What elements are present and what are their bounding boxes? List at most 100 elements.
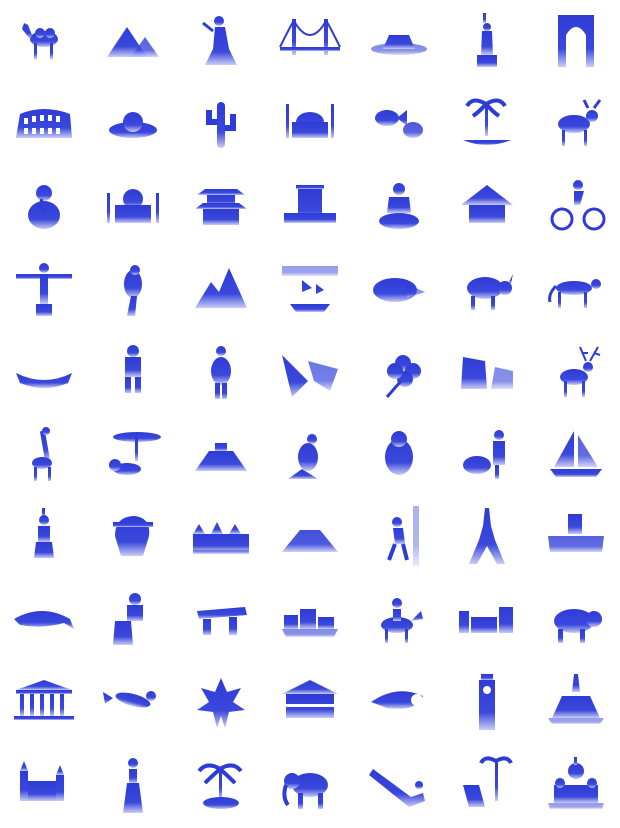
- fjord-icon: [281, 354, 338, 397]
- statue-of-liberty-icon: [477, 13, 498, 68]
- grid-cell: [89, 662, 178, 745]
- grid-cell: [443, 497, 532, 580]
- vineyard-tower-icon: [547, 514, 604, 553]
- castle-ruins-icon: [459, 606, 514, 633]
- hockey-stick-icon: [368, 768, 425, 807]
- grid-cell: [177, 497, 266, 580]
- camel-icon: [22, 23, 59, 60]
- sailboat-icon: [549, 431, 602, 478]
- grid-cell: [531, 0, 620, 83]
- grid-cell: [354, 662, 443, 745]
- four-leaf-clover-icon: [385, 354, 421, 398]
- grid-cell: [177, 331, 266, 414]
- grid-cell: [443, 331, 532, 414]
- hut-icon: [461, 184, 514, 223]
- eiffel-tower-icon: [469, 508, 506, 565]
- grid-cell: [531, 248, 620, 331]
- mont-saint-michel-icon: [547, 673, 604, 724]
- machu-picchu-icon: [195, 267, 248, 308]
- tropical-fish-icon: [374, 110, 423, 139]
- elephant-icon: [282, 772, 328, 809]
- christ-redeemer-icon: [16, 262, 73, 316]
- maple-leaf-icon: [197, 677, 246, 728]
- junk-ship-icon: [281, 265, 338, 312]
- parrot-icon: [123, 264, 142, 316]
- rhinoceros-icon: [467, 273, 514, 310]
- grid-cell: [0, 497, 89, 580]
- island-coast-icon: [372, 277, 425, 302]
- pyramids-icon: [106, 27, 159, 58]
- grid-cell: [89, 166, 178, 249]
- grid-cell: [0, 580, 89, 663]
- palm-canoe-icon: [463, 98, 512, 146]
- grid-cell: [177, 662, 266, 745]
- grid-cell: [89, 580, 178, 663]
- grid-cell: [443, 0, 532, 83]
- grid-cell: [354, 497, 443, 580]
- dolphin-icon: [14, 610, 75, 629]
- grid-cell: [89, 331, 178, 414]
- grid-cell: [266, 248, 355, 331]
- grid-cell: [443, 580, 532, 663]
- grid-cell: [531, 497, 620, 580]
- canoe-icon: [16, 372, 73, 388]
- grid-cell: [89, 745, 178, 828]
- bear-icon: [553, 608, 602, 643]
- taj-mahal-icon: [106, 188, 159, 223]
- grid-cell: [0, 662, 89, 745]
- beach-chair-icon: [463, 756, 513, 807]
- grid-cell: [177, 745, 266, 828]
- grid-cell: [443, 83, 532, 166]
- grid-cell: [354, 745, 443, 828]
- cliffs-icon: [461, 356, 514, 389]
- grid-cell: [531, 83, 620, 166]
- grid-cell: [177, 0, 266, 83]
- grid-cell: [0, 745, 89, 828]
- buddha-icon: [378, 182, 419, 229]
- grid-cell: [266, 497, 355, 580]
- climber-icon: [386, 506, 419, 567]
- grid-cell: [531, 745, 620, 828]
- grid-cell: [266, 0, 355, 83]
- lederhosen-man-icon: [124, 344, 141, 393]
- tribal-woman-icon: [34, 508, 55, 559]
- icon-grid: [0, 0, 620, 828]
- mesa-icon: [370, 35, 427, 56]
- shepherd-sheep-icon: [463, 430, 506, 480]
- conch-shell-icon: [370, 690, 423, 709]
- woman-dress-icon: [122, 757, 143, 813]
- grid-cell: [89, 83, 178, 166]
- grid-cell: [531, 580, 620, 663]
- horse-rider-icon: [380, 597, 423, 643]
- cactus-icon: [206, 102, 237, 149]
- volcano-icon: [281, 530, 338, 553]
- grid-cell: [354, 580, 443, 663]
- hagia-sophia-icon: [285, 104, 334, 139]
- grid-cell: [531, 166, 620, 249]
- grid-cell: [531, 662, 620, 745]
- grid-cell: [89, 497, 178, 580]
- fertility-statue-icon: [211, 345, 232, 399]
- grid-cell: [354, 166, 443, 249]
- grid-cell: [354, 331, 443, 414]
- grid-cell: [266, 662, 355, 745]
- saint-basil-icon: [547, 756, 604, 809]
- diver-icon: [102, 690, 156, 708]
- reindeer-icon: [559, 346, 601, 397]
- grid-cell: [266, 331, 355, 414]
- colonial-house-icon: [281, 679, 338, 718]
- seal-icon: [384, 431, 413, 476]
- grid-cell: [354, 414, 443, 497]
- kangaroo-icon: [287, 434, 318, 480]
- grid-cell: [177, 166, 266, 249]
- grid-cell: [354, 248, 443, 331]
- giraffe-icon: [32, 427, 53, 482]
- colosseum-icon: [16, 109, 73, 139]
- grid-cell: [0, 331, 89, 414]
- big-ben-icon: [479, 673, 496, 730]
- mayan-pyramid-icon: [195, 443, 248, 472]
- grid-cell: [89, 0, 178, 83]
- grid-cell: [0, 414, 89, 497]
- grid-cell: [177, 83, 266, 166]
- grid-cell: [177, 248, 266, 331]
